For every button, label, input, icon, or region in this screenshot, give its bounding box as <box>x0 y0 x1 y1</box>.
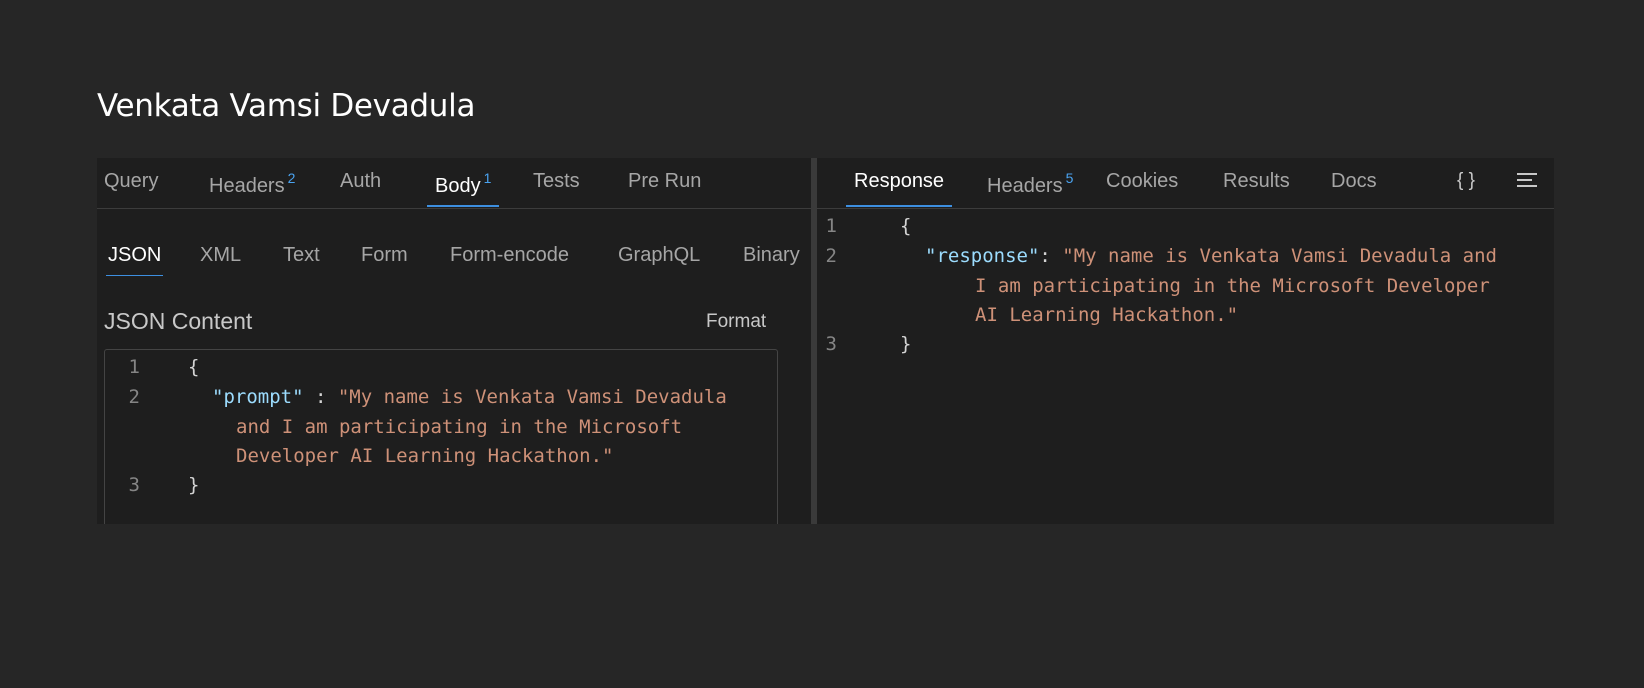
tab-body[interactable]: Body 1 <box>426 170 500 207</box>
open-brace: { <box>188 356 200 378</box>
line-number: 2 <box>825 245 837 267</box>
line-number: 3 <box>825 333 837 355</box>
menu-lines-icon[interactable] <box>1515 168 1539 198</box>
page-title: Venkata Vamsi Devadula <box>97 88 476 124</box>
line-number: 1 <box>825 215 837 237</box>
tab-label: Headers <box>987 175 1063 197</box>
tab-label: Query <box>104 170 159 192</box>
json-string: I am participating in the Microsoft Deve… <box>975 275 1490 297</box>
response-tabbar: Response Headers 5 Cookies Results Docs {… <box>817 158 1554 209</box>
close-brace: } <box>900 333 912 355</box>
braces-icon[interactable]: { } <box>1457 170 1475 192</box>
json-string: and I am participating in the Microsoft <box>236 416 683 438</box>
line-number: 2 <box>128 386 140 408</box>
tab-pre-run[interactable]: Pre Run <box>628 170 701 207</box>
tab-label: Auth <box>340 170 382 192</box>
tab-label: Docs <box>1331 170 1377 192</box>
tab-cookies[interactable]: Cookies <box>1106 170 1178 207</box>
json-key: "prompt" <box>212 386 304 408</box>
body-tab-text[interactable]: Text <box>283 244 320 276</box>
json-separator: : <box>303 386 338 408</box>
json-editor[interactable]: 1 2 3 { "prompt" : "My name is Venkata V… <box>104 349 778 524</box>
tab-label: Cookies <box>1106 170 1179 192</box>
count-badge: 5 <box>1065 170 1074 186</box>
body-tab-graphql[interactable]: GraphQL <box>618 244 700 276</box>
json-separator: : <box>1039 245 1063 267</box>
tab-headers[interactable]: Headers 2 <box>209 170 295 207</box>
format-button[interactable]: Format <box>706 311 766 333</box>
json-string: Developer AI Learning Hackathon." <box>236 445 614 467</box>
tab-results[interactable]: Results <box>1223 170 1290 207</box>
line-number: 1 <box>128 356 140 378</box>
json-string: "My name is Venkata Vamsi Devadula <box>337 386 727 408</box>
tab-response-headers[interactable]: Headers 5 <box>987 170 1073 207</box>
close-brace: } <box>188 474 200 496</box>
tab-response[interactable]: Response <box>845 170 953 207</box>
tab-auth[interactable]: Auth <box>340 170 381 207</box>
count-badge: 1 <box>483 170 492 186</box>
menu-lines-icon-svg <box>1517 173 1537 187</box>
json-key: "response" <box>925 245 1040 267</box>
tab-label: Results <box>1223 170 1290 192</box>
request-tabbar: Query Headers 2 Auth Body 1 Tests Pre Run <box>97 158 811 209</box>
count-badge: 2 <box>287 170 296 186</box>
tab-tests[interactable]: Tests <box>533 170 580 207</box>
code-line: "prompt" : "My name is Venkata Vamsi Dev… <box>212 382 727 412</box>
tab-label: Body <box>435 175 481 197</box>
json-string: "My name is Venkata Vamsi Devadula and <box>1062 245 1497 267</box>
body-tab-binary[interactable]: Binary <box>743 244 800 276</box>
request-panel: Query Headers 2 Auth Body 1 Tests Pre Run … <box>97 158 811 524</box>
body-tab-form[interactable]: Form <box>361 244 408 276</box>
tab-query[interactable]: Query <box>104 170 158 207</box>
tab-label: Response <box>854 170 945 192</box>
tab-label: Headers <box>209 175 285 197</box>
body-tab-form-encode[interactable]: Form-encode <box>450 244 569 276</box>
tab-label: Tests <box>533 170 580 192</box>
tab-docs[interactable]: Docs <box>1331 170 1377 207</box>
json-content-label: JSON Content <box>104 308 253 334</box>
line-number: 3 <box>128 474 140 496</box>
body-tab-xml[interactable]: XML <box>200 244 241 276</box>
json-string: AI Learning Hackathon." <box>975 304 1239 326</box>
body-tab-json[interactable]: JSON <box>105 244 164 276</box>
tab-label: Pre Run <box>628 170 702 192</box>
open-brace: { <box>900 215 912 237</box>
response-panel: Response Headers 5 Cookies Results Docs {… <box>817 158 1554 524</box>
code-line: "response": "My name is Venkata Vamsi De… <box>925 241 1497 271</box>
